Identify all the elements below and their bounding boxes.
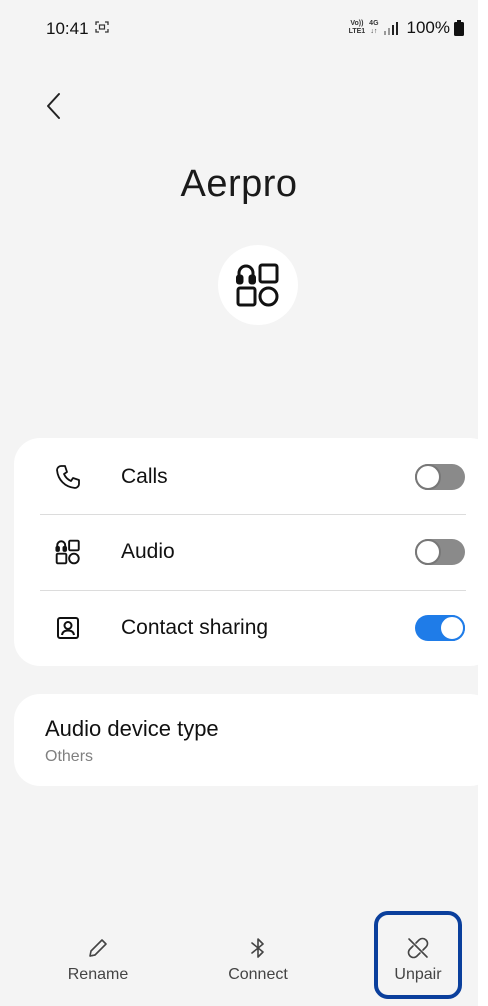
- contact-sharing-toggle[interactable]: [415, 615, 465, 641]
- bluetooth-device-screen: 10:41 Vo)) LTE1 4G ↓↑ 100% Aerpro Calls …: [0, 0, 478, 1006]
- toggle-knob: [439, 615, 465, 641]
- device-name: Aerpro: [180, 163, 298, 205]
- audio-toggle[interactable]: [415, 539, 465, 565]
- device-icon-container: [218, 245, 298, 325]
- connect-button[interactable]: Connect: [198, 930, 318, 992]
- toggle-knob: [415, 464, 441, 490]
- toggle-knob: [415, 539, 441, 565]
- setting-label-audio: Audio: [121, 540, 175, 563]
- calls-toggle[interactable]: [415, 464, 465, 490]
- audio-device-type-card[interactable]: Audio device type Others: [14, 694, 478, 786]
- setting-row-calls[interactable]: Calls: [14, 440, 478, 514]
- setting-row-contact-sharing[interactable]: Contact sharing: [14, 591, 478, 665]
- network-label: 4G: [369, 20, 379, 27]
- setting-label-contact-sharing: Contact sharing: [121, 616, 269, 639]
- connect-label: Connect: [228, 966, 288, 983]
- signal-icon: [383, 22, 398, 35]
- setting-label-calls: Calls: [121, 465, 168, 488]
- phone-icon: [54, 463, 82, 491]
- profile-settings-card: Calls Audio Contact sharing: [14, 438, 478, 666]
- status-indicators: Vo)) LTE1 4G ↓↑ 100%: [349, 17, 464, 39]
- back-button[interactable]: [40, 88, 70, 124]
- volte-top: Vo)): [350, 20, 364, 27]
- rename-label: Rename: [67, 966, 129, 983]
- bluetooth-icon: [251, 938, 264, 958]
- battery-level: 100%: [406, 18, 450, 37]
- devices-icon: [236, 263, 279, 307]
- audio-device-type-value: Others: [45, 748, 94, 765]
- battery-icon: [454, 20, 464, 36]
- data-arrows-icon: ↓↑: [370, 28, 378, 35]
- status-bar: 10:41 Vo)) LTE1 4G ↓↑ 100%: [0, 0, 478, 58]
- unpair-highlight: [374, 911, 462, 999]
- volte-indicator: Vo)) LTE1: [349, 20, 366, 36]
- screenshot-icon: [95, 21, 109, 33]
- volte-bottom: LTE1: [348, 28, 366, 35]
- pencil-icon: [89, 939, 107, 957]
- rename-button[interactable]: Rename: [38, 930, 158, 992]
- status-time: 10:41: [46, 19, 89, 38]
- devices-icon: [54, 538, 82, 566]
- setting-row-audio[interactable]: Audio: [14, 515, 478, 589]
- contact-icon: [54, 614, 82, 642]
- network-indicator: 4G ↓↑: [369, 20, 378, 36]
- audio-device-type-title: Audio device type: [45, 716, 219, 741]
